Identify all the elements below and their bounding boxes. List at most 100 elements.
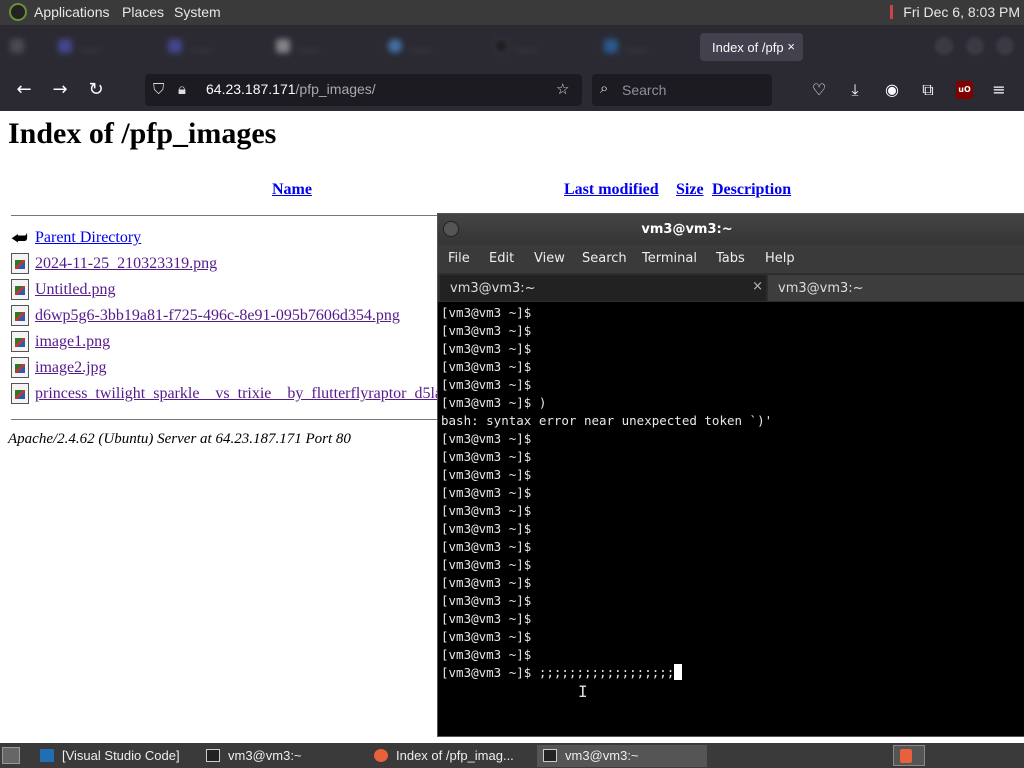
tab-favicon-icon [388, 39, 402, 53]
extensions-icon[interactable]: ⧉ [917, 79, 939, 101]
file-link[interactable]: 2024-11-25_210323319.png [35, 255, 217, 273]
hamburger-menu-icon[interactable]: ≡ [988, 79, 1010, 101]
show-desktop-icon[interactable] [2, 747, 20, 764]
window-minimize-icon[interactable] [935, 37, 953, 55]
menu-terminal[interactable]: Terminal [642, 251, 697, 266]
tab-blurred-2[interactable]: ...... [58, 33, 148, 61]
terminal-line: [vm3@vm3 ~]$ [441, 557, 532, 572]
terminal-line: [vm3@vm3 ~]$ [441, 485, 532, 500]
terminal-output[interactable]: [vm3@vm3 ~]$ [vm3@vm3 ~]$ [vm3@vm3 ~]$ [… [438, 302, 1024, 736]
terminal-titlebar[interactable]: vm3@vm3:~ [438, 214, 1024, 245]
taskbar-item-label: Index of /pfp_imag... [396, 748, 514, 763]
search-input[interactable]: ⌕ Search [592, 74, 772, 106]
clock[interactable]: Fri Dec 6, 8:03 PM [903, 4, 1020, 20]
tab-favicon-icon [168, 39, 182, 53]
back-arrow-icon[interactable]: ← [12, 78, 36, 102]
terminal-line: [vm3@vm3 ~]$ [441, 359, 532, 374]
taskbar-item-vscode[interactable]: [Visual Studio Code] [34, 745, 198, 767]
tab-favicon-icon [58, 39, 72, 53]
file-link[interactable]: princess_twilight_sparkle__vs_trixie__by… [35, 385, 442, 403]
divider [11, 215, 441, 216]
browser-tab-strip: ...... ...... ...... ...... ...... .....… [0, 25, 1024, 69]
top-panel: Applications Places System Fri Dec 6, 8:… [0, 0, 1024, 25]
downloads-icon[interactable]: ⤓ [844, 79, 866, 101]
tab-blurred-3[interactable]: ...... [168, 33, 258, 61]
menu-help[interactable]: Help [765, 251, 795, 266]
terminal-input-text: [vm3@vm3 ~]$ ;;;;;;;;;;;;;;;;;; [441, 665, 675, 680]
terminal-tab-bar: vm3@vm3:~ × vm3@vm3:~ [438, 273, 1024, 302]
reload-icon[interactable]: ↻ [84, 78, 108, 102]
window-close-icon[interactable] [996, 37, 1014, 55]
lock-icon[interactable]: 🔒︎ [178, 80, 186, 98]
taskbar-item-terminal-1[interactable]: vm3@vm3:~ [200, 745, 364, 767]
menu-edit[interactable]: Edit [489, 251, 514, 266]
image-file-icon [11, 305, 29, 326]
tab-blurred-7[interactable]: ...... [604, 33, 684, 61]
distro-logo-icon[interactable] [9, 3, 27, 21]
menu-file[interactable]: File [448, 251, 470, 266]
firefox-icon [374, 749, 388, 762]
tab-active[interactable]: Index of /pfp × [700, 33, 803, 61]
terminal-line: [vm3@vm3 ~]$ [441, 467, 532, 482]
terminal-window-button-icon[interactable] [443, 221, 459, 237]
image-file-icon [11, 383, 29, 404]
shield-icon[interactable]: ⛉ [153, 80, 164, 98]
parent-directory-link[interactable]: Parent Directory [35, 229, 141, 247]
tab-blurred-1[interactable] [10, 33, 32, 61]
mouse-ibeam-cursor-icon: I [578, 682, 588, 701]
panel-indicator-icon [890, 5, 893, 19]
url-bar[interactable]: ⛉ 🔒︎ 64.23.187.171/pfp_images/ ☆ [145, 74, 582, 106]
image-file-icon [11, 279, 29, 300]
column-size-link[interactable]: Size [676, 181, 704, 199]
terminal-line: [vm3@vm3 ~]$ [441, 539, 532, 554]
bookmark-star-icon[interactable]: ☆ [556, 80, 569, 98]
menu-system[interactable]: System [174, 4, 221, 20]
terminal-icon [543, 749, 557, 762]
terminal-title: vm3@vm3:~ [641, 222, 733, 237]
account-icon[interactable]: ◉ [881, 79, 903, 101]
column-description-link[interactable]: Description [712, 181, 791, 199]
tab-favicon-icon [604, 39, 618, 53]
tab-blurred-6[interactable]: ...... [494, 33, 584, 61]
divider [11, 419, 441, 420]
terminal-tab-label: vm3@vm3:~ [450, 281, 536, 296]
terminal-line: [vm3@vm3 ~]$ [441, 611, 532, 626]
column-name-link[interactable]: Name [272, 181, 312, 199]
menu-applications[interactable]: Applications [34, 4, 110, 20]
ublock-origin-icon[interactable]: uO [956, 81, 973, 99]
bottom-taskbar: [Visual Studio Code] vm3@vm3:~ Index of … [0, 743, 1024, 768]
terminal-icon [206, 749, 220, 762]
tab-blurred-4[interactable]: ...... [276, 33, 366, 61]
terminal-line: [vm3@vm3 ~]$ [441, 521, 532, 536]
search-icon: ⌕ [600, 79, 609, 97]
page-title: Index of /pfp_images [8, 117, 277, 150]
terminal-tab-close-icon[interactable]: × [752, 279, 763, 294]
taskbar-item-firefox[interactable]: Index of /pfp_imag... [368, 745, 534, 767]
terminal-line: [vm3@vm3 ~]$ [441, 341, 532, 356]
file-link[interactable]: image2.jpg [35, 359, 107, 377]
file-link[interactable]: image1.png [35, 333, 110, 351]
search-placeholder: Search [622, 82, 667, 98]
menu-tabs[interactable]: Tabs [716, 251, 745, 266]
tab-close-icon[interactable]: × [787, 39, 795, 54]
window-maximize-icon[interactable] [966, 37, 984, 55]
terminal-window[interactable]: vm3@vm3:~ File Edit View Search Terminal… [437, 213, 1024, 737]
forward-arrow-icon[interactable]: → [48, 78, 72, 102]
url-host: 64.23.187.171 [206, 81, 296, 97]
workspace-switcher[interactable] [893, 745, 925, 766]
tab-favicon-icon [494, 39, 508, 53]
terminal-tab-1[interactable]: vm3@vm3:~ × [440, 275, 766, 301]
menu-places[interactable]: Places [122, 4, 164, 20]
menu-view[interactable]: View [534, 251, 565, 266]
terminal-input-line[interactable]: [vm3@vm3 ~]$ ;;;;;;;;;;;;;;;;;; [441, 664, 1024, 682]
tab-blurred-5[interactable]: ...... [388, 33, 478, 61]
menu-search[interactable]: Search [582, 251, 627, 266]
terminal-tab-2[interactable]: vm3@vm3:~ [768, 275, 1024, 301]
column-last-modified-link[interactable]: Last modified [564, 181, 659, 199]
taskbar-item-terminal-2[interactable]: vm3@vm3:~ [537, 745, 707, 767]
file-link[interactable]: d6wp5g6-3bb19a81-f725-496c-8e91-095b7606… [35, 307, 400, 325]
pocket-icon[interactable]: ♡ [808, 79, 830, 101]
file-link[interactable]: Untitled.png [35, 281, 115, 299]
url-text[interactable]: 64.23.187.171/pfp_images/ [206, 81, 376, 97]
terminal-line: [vm3@vm3 ~]$ [441, 323, 532, 338]
